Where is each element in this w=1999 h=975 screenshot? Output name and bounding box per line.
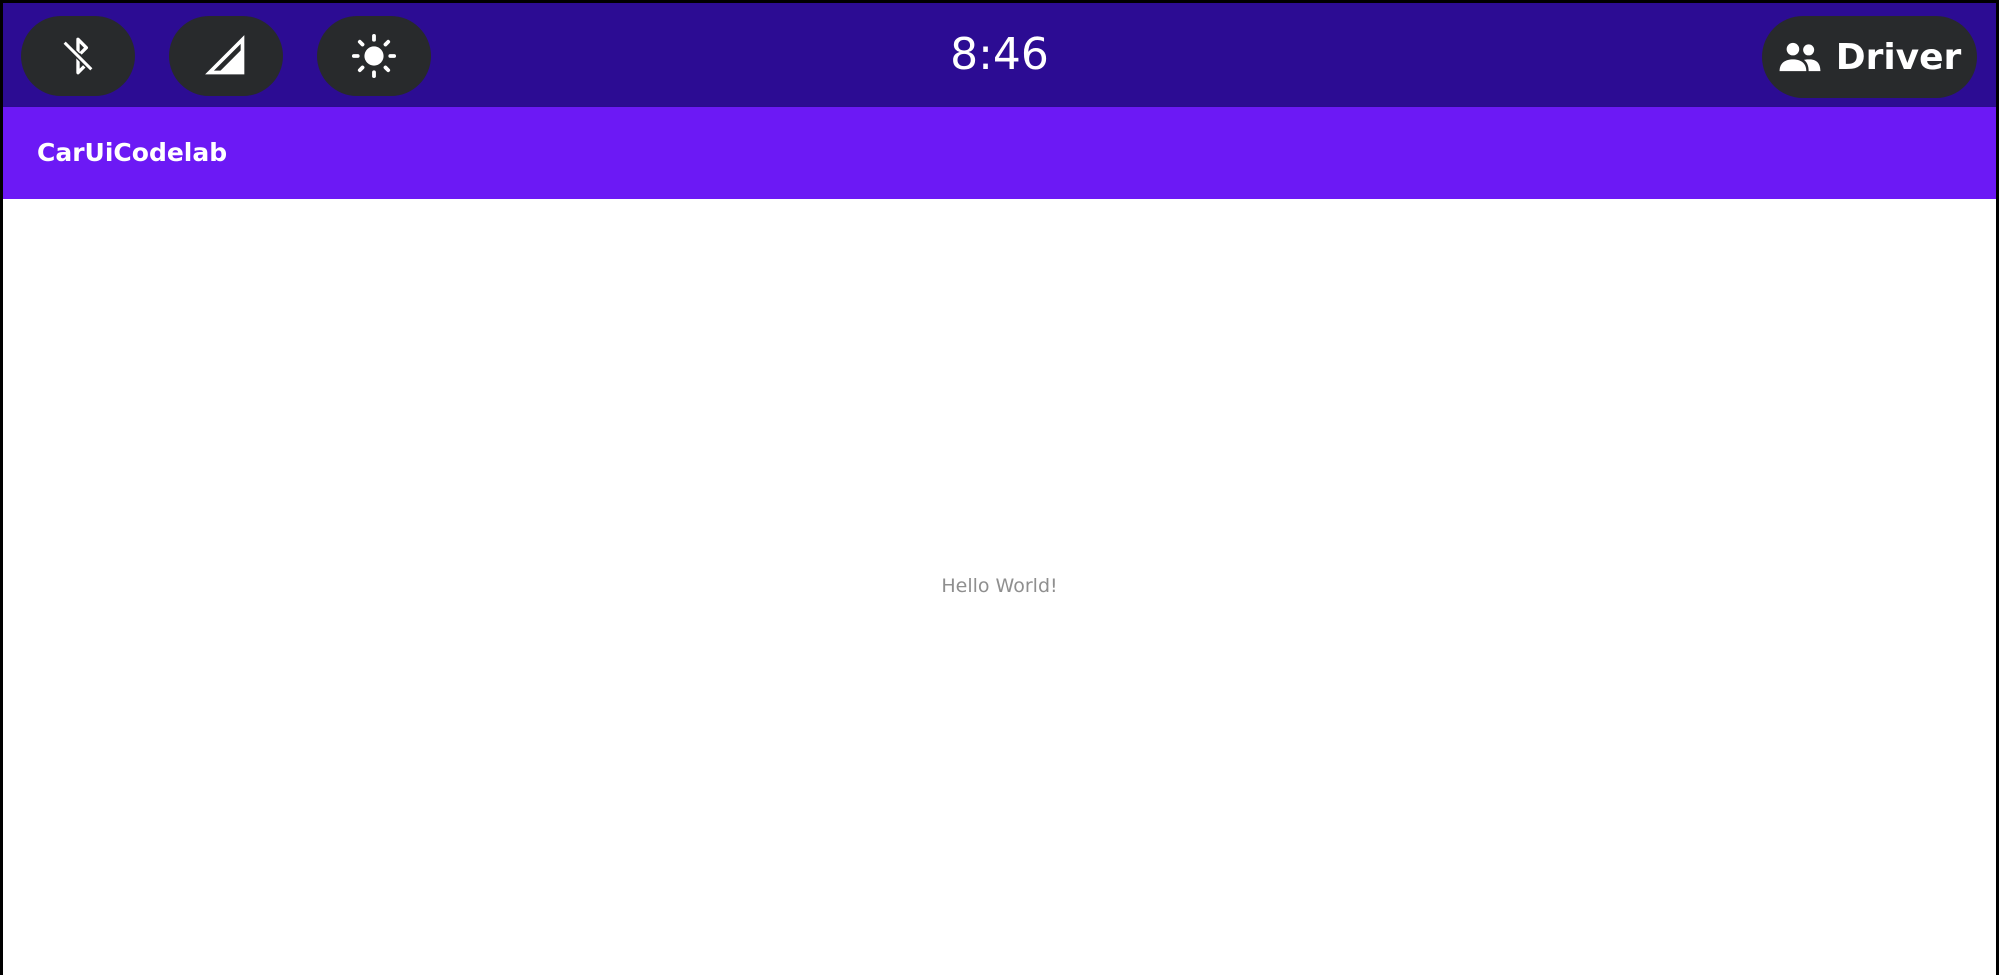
people-icon <box>1779 42 1821 72</box>
bluetooth-toggle-button[interactable] <box>21 16 135 96</box>
brightness-icon <box>351 33 397 79</box>
user-switcher-button[interactable]: Driver <box>1762 16 1977 98</box>
car-ui-screen: 8:46 Driver CarUiCodelab Hello World! <box>3 3 1996 975</box>
cellular-signal-button[interactable] <box>169 16 283 96</box>
app-toolbar: CarUiCodelab <box>3 107 1996 199</box>
bluetooth-off-icon <box>62 37 94 75</box>
status-bar-clock: 8:46 <box>950 29 1049 80</box>
system-status-bar: 8:46 Driver <box>3 3 1996 107</box>
main-content: Hello World! <box>3 199 1996 975</box>
app-title: CarUiCodelab <box>37 138 228 167</box>
brightness-button[interactable] <box>317 16 431 96</box>
user-name-label: Driver <box>1835 36 1962 78</box>
hello-world-text: Hello World! <box>941 575 1058 597</box>
cellular-signal-icon <box>205 35 245 75</box>
